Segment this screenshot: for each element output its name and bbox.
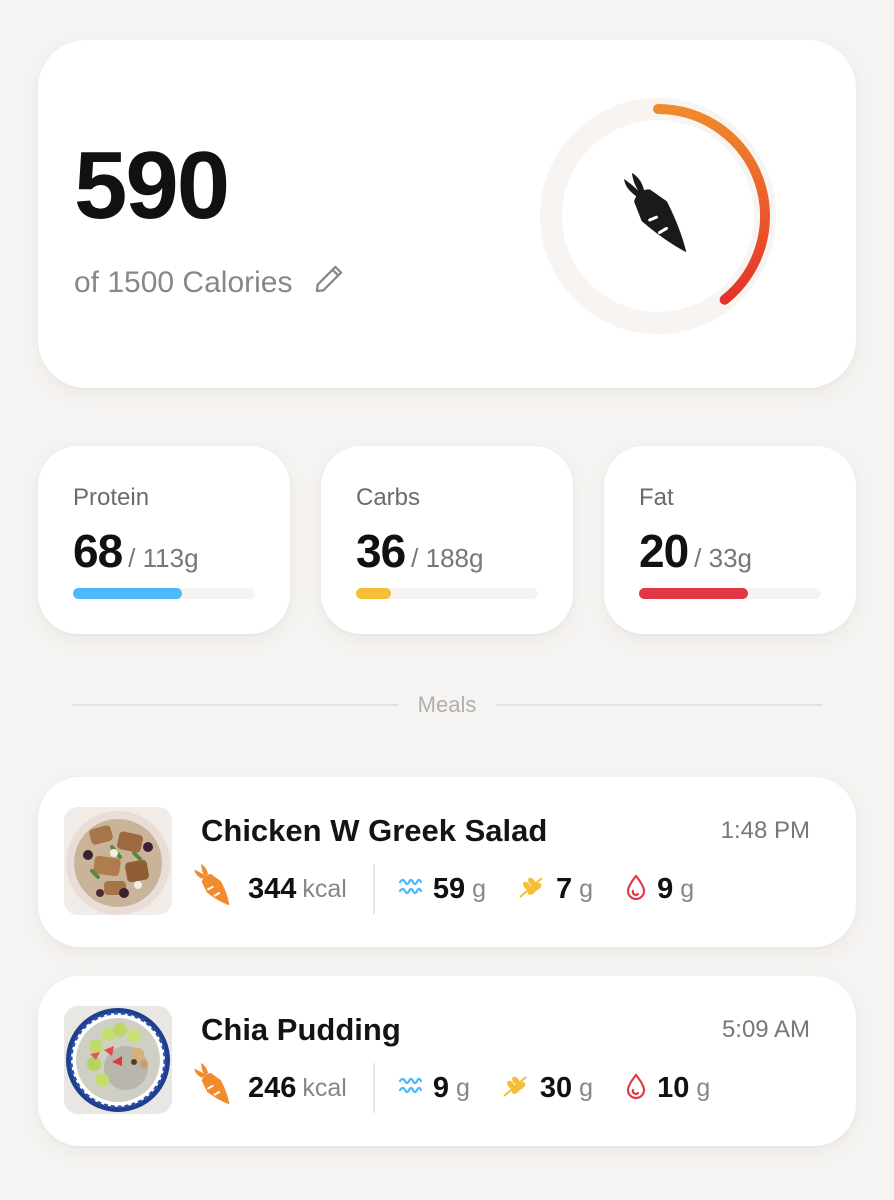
meal-stats: 344 kcal 59 g 7 g 9 g [188,861,726,917]
stats-separator [372,864,375,914]
meal-kcal: 344 kcal [188,861,347,918]
protein-value: 59 [432,872,466,905]
macro-goal: / 33g [694,543,752,573]
calories-consumed: 590 [74,132,230,239]
fat-drop-icon [625,873,647,905]
macro-value-row: 68 / 113g [73,524,199,578]
divider-line [72,704,398,706]
carrot-icon [624,172,687,253]
macro-card-fat[interactable]: Fat 20 / 33g [604,446,856,634]
calorie-progress-ring [540,98,776,334]
macro-goal: / 188g [411,543,484,573]
meal-thumbnail [64,807,172,915]
carbs-unit: g [579,874,594,903]
fat-unit: g [696,1073,711,1102]
macro-card-carbs[interactable]: Carbs 36 / 188g [321,446,573,634]
protein-value: 9 [432,1071,449,1104]
macro-label: Carbs [356,484,421,511]
meal-carbs: 30 g [502,1072,593,1105]
meal-stats: 246 kcal 9 g 30 g 10 g [188,1060,742,1116]
kcal-unit: kcal [302,1073,347,1102]
fat-unit: g [680,874,695,903]
macro-value-row: 36 / 188g [356,524,483,578]
carrot-icon [188,861,240,918]
meal-thumbnail [64,1006,172,1114]
kcal-unit: kcal [302,874,347,903]
macro-value-row: 20 / 33g [639,524,752,578]
carbs-value: 30 [539,1071,573,1104]
meal-name: Chia Pudding [201,1012,401,1047]
pencil-icon[interactable] [312,262,346,304]
carrot-icon [188,1060,240,1117]
wheat-icon [518,874,546,905]
protein-unit: g [456,1073,470,1102]
fat-drop-icon [625,1072,647,1104]
stats-separator [372,1063,375,1113]
protein-icon [397,1073,423,1104]
protein-unit: g [472,874,487,903]
meals-section-label: Meals [417,692,477,717]
kcal-value: 344 [248,872,297,905]
macro-progress-bar [73,588,255,599]
macro-progress-bar [356,588,538,599]
kcal-value: 246 [248,1071,297,1104]
meal-protein: 59 g [397,873,486,906]
calorie-goal-row: of 1500 Calories [74,262,346,304]
nutrition-dashboard: 590 of 1500 Calories Protein 68 / 113g C… [0,0,894,1200]
macro-goal: / 113g [128,543,199,573]
meal-carbs: 7 g [518,873,593,906]
protein-icon [397,874,423,905]
meal-fat: 10 g [625,1072,710,1105]
carbs-value: 7 [556,872,573,905]
fat-value: 10 [657,1071,690,1104]
ring-progress-arc [653,104,770,305]
meal-card[interactable]: Chia Pudding 5:09 AM 246 kcal 9 g 30 g 1… [38,976,856,1146]
meal-name: Chicken W Greek Salad [201,813,548,848]
meal-protein: 9 g [397,1072,470,1105]
meal-fat: 9 g [625,873,694,906]
meal-time: 1:48 PM [720,817,810,844]
meal-card[interactable]: Chicken W Greek Salad 1:48 PM 344 kcal 5… [38,777,856,947]
macro-progress-fill [356,588,391,599]
macro-label: Fat [639,484,674,511]
macro-consumed: 36 [356,525,406,577]
wheat-icon [502,1073,530,1104]
meal-kcal: 246 kcal [188,1060,347,1117]
calorie-goal-label: of 1500 Calories [74,266,293,299]
macro-consumed: 68 [73,525,123,577]
macro-progress-fill [639,588,749,599]
calorie-summary-card[interactable]: 590 of 1500 Calories [38,40,856,388]
macro-card-protein[interactable]: Protein 68 / 113g [38,446,290,634]
macro-progress-bar [639,588,821,599]
macro-progress-fill [73,588,183,599]
meal-time: 5:09 AM [721,1016,810,1043]
macro-consumed: 20 [639,525,689,577]
macro-label: Protein [73,484,150,511]
meals-divider: Meals [72,690,822,720]
carbs-unit: g [579,1073,594,1102]
divider-line [496,704,822,706]
fat-value: 9 [657,872,674,905]
